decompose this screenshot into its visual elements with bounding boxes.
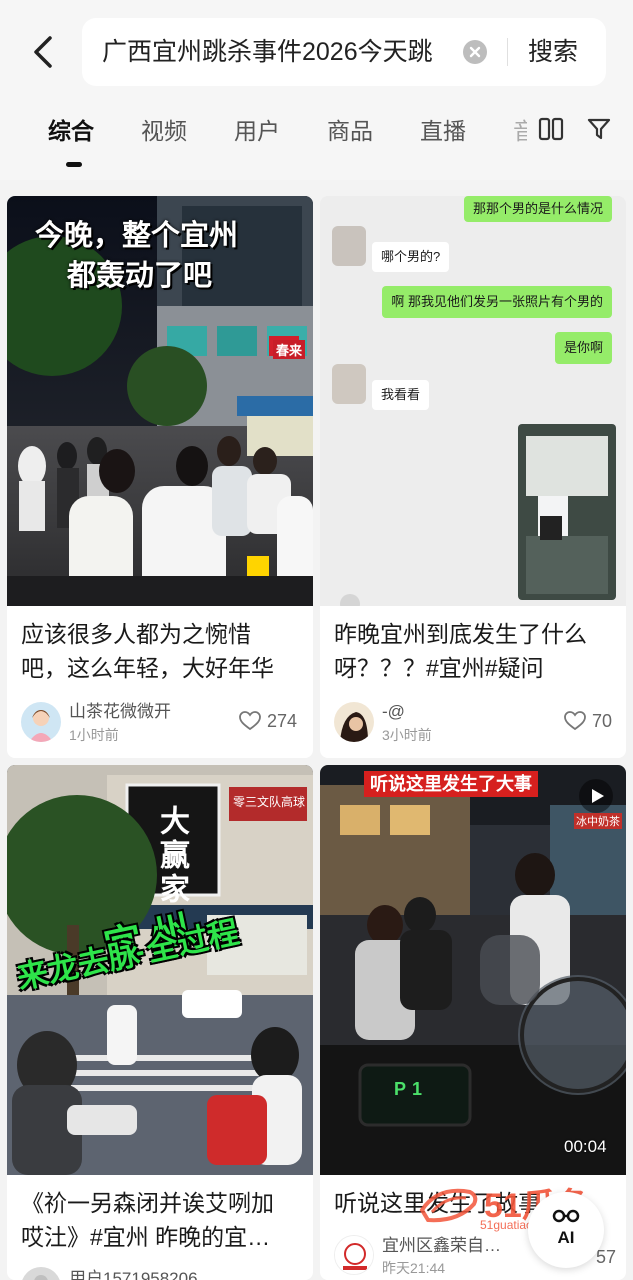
chat-bubble-2: 哪个男的? (372, 242, 450, 272)
heart-icon[interactable] (564, 711, 586, 731)
play-icon[interactable] (579, 779, 613, 813)
layout-toggle-icon[interactable] (538, 116, 564, 142)
search-input[interactable]: 广西宜州跳杀事件2026今天跳 (102, 34, 454, 70)
chat-bubble-4: 是你啊 (554, 332, 612, 364)
tab-video[interactable]: 视频 (141, 114, 187, 148)
card-1-overlay-line-2: 都轰动了吧 (67, 260, 213, 292)
scooter-meter: P1 (394, 1079, 429, 1099)
card-3-thumbnail[interactable]: 大赢家 零三文队高球 宜 州 来龙去脉 全过程 (7, 765, 313, 1175)
avatar[interactable] (334, 702, 374, 742)
ai-label: AI (557, 1228, 575, 1247)
watermark-logo-icon (419, 1188, 478, 1223)
card-3-username[interactable]: 用户1571958206 (69, 1268, 198, 1280)
clear-icon[interactable] (463, 40, 487, 64)
chat-bubble-3: 啊 那我见他们发另一张照片有个男的 (382, 286, 612, 318)
search-button[interactable]: 搜索 (528, 34, 578, 70)
result-card-1[interactable]: 今晚，整个宜州 都轰动了吧 春来 应该很多人都为之惋惜 吧，这么年轻，大好年华 … (7, 196, 313, 758)
card-4-overlay-text: 听说这里发生了大事 (364, 771, 538, 797)
avatar[interactable] (21, 1267, 61, 1280)
card-1-caption-line-2: 吧，这么年轻，大好年华 (21, 655, 274, 681)
card-4-thumbnail[interactable]: 听说这里发生了大事 冰中奶茶 P1 00:04 (320, 765, 626, 1175)
divider (507, 38, 508, 66)
tab-all[interactable]: 综合 (48, 114, 94, 148)
card-1-thumbnail[interactable]: 今晚，整个宜州 都轰动了吧 春来 (7, 196, 313, 606)
tab-indicator (66, 162, 82, 167)
heart-icon[interactable] (239, 711, 261, 731)
search-box[interactable]: 广西宜州跳杀事件2026今天跳 搜索 (82, 18, 606, 86)
avatar[interactable] (334, 1235, 374, 1275)
card-2-caption-line-1: 昨晚宜州到底发生了什么 (334, 621, 587, 647)
card-2-username[interactable]: -@ (382, 701, 405, 723)
video-duration: 00:04 (564, 1137, 607, 1156)
avatar[interactable] (21, 702, 61, 742)
card-1-username[interactable]: 山茶花微微开 (69, 701, 171, 723)
chat-bubble-1: 那那个男的是什么情况 (463, 196, 612, 222)
tab-music[interactable]: 音 (513, 114, 527, 148)
storefront-sign: 春来 (273, 340, 306, 359)
chat-bubble-5: 我看看 (372, 380, 430, 410)
card-2-thumbnail[interactable]: 那那个男的是什么情况 哪个男的? 啊 那我见他们发另一张照片有个男的 是你啊 我… (320, 196, 626, 606)
card-2-time: 3小时前 (382, 727, 432, 743)
filter-icon[interactable] (586, 116, 612, 142)
card-2-like-count: 70 (592, 711, 613, 731)
ai-sparkle-icon (552, 1209, 580, 1223)
card-2-caption-line-2: 呀？？？#宜州#疑问 (334, 655, 544, 681)
card-1-time: 1小时前 (69, 727, 119, 743)
tab-live[interactable]: 直播 (420, 114, 466, 148)
card-1-caption-line-1: 应该很多人都为之惋惜 (21, 621, 251, 647)
storefront-sign-side: 零三文队高球 (233, 795, 305, 809)
ai-assistant-button[interactable]: AI (528, 1192, 604, 1268)
tab-products[interactable]: 商品 (327, 114, 373, 148)
card-1-overlay-line-1: 今晚，整个宜州 (35, 220, 239, 252)
card-1-like-count: 274 (267, 711, 298, 731)
result-card-3[interactable]: 大赢家 零三文队高球 宜 州 来龙去脉 全过程 《祄一另森闭并诶艾咧加 哎汢》#… (7, 765, 313, 1280)
chat-screenshot-image (320, 196, 626, 606)
top-bar: 广西宜州跳杀事件2026今天跳 搜索 (0, 0, 633, 100)
card-3-caption-line-2: 哎汢》#宜州 昨晚的宜… (21, 1224, 271, 1250)
tab-users[interactable]: 用户 (234, 114, 280, 148)
storefront-sign: 大赢家 (155, 805, 188, 907)
back-arrow-icon[interactable] (26, 30, 62, 74)
storefront-sign: 冰中奶茶 (574, 813, 622, 829)
card-3-caption-line-1: 《祄一另森闭并诶艾咧加 (21, 1190, 274, 1216)
result-card-2[interactable]: 那那个男的是什么情况 哪个男的? 啊 那我见他们发另一张照片有个男的 是你啊 我… (320, 196, 626, 758)
card-4-time: 昨天21:44 (382, 1260, 446, 1276)
card-4-username[interactable]: 宜州区鑫荣自… (382, 1235, 501, 1257)
